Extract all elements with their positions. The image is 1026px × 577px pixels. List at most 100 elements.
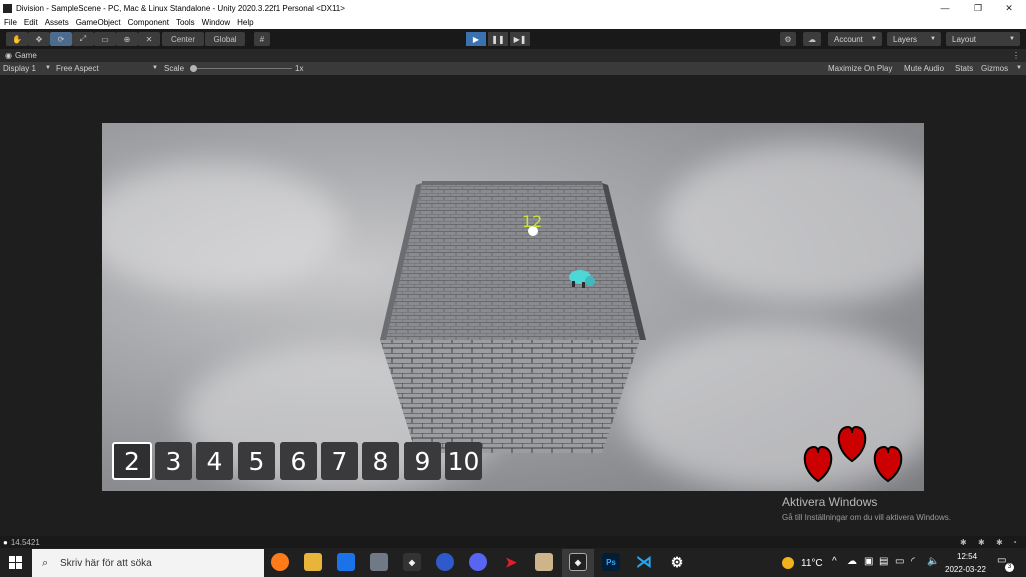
pivot-center-button[interactable]: Center [162,32,204,46]
chrome-app-icon[interactable] [436,553,454,571]
maximize-button[interactable]: ❐ [963,0,993,16]
scale-label: Scale [164,64,185,73]
transform-tool-icon[interactable]: ⊕ [116,32,138,46]
tower-top-face [380,183,646,340]
tray-chevron-up-icon[interactable]: ^ [832,556,837,567]
menu-bar: File Edit Assets GameObject Component To… [0,16,1026,29]
heart-icon-2 [837,425,867,463]
pivot-global-button[interactable]: Global [205,32,245,46]
chevron-down-icon: ▼ [152,65,158,71]
scale-tool-icon[interactable]: ⤢ [72,32,94,46]
discord-icon[interactable] [469,553,487,571]
status-icon-2[interactable]: ✱ [978,538,985,547]
maximize-on-play-toggle[interactable]: Maximize On Play [828,64,892,73]
play-button[interactable]: ▶ [466,32,486,46]
unity-hub-icon[interactable]: ◈ [403,553,421,571]
minimize-button[interactable]: — [930,0,960,16]
menu-component[interactable]: Component [128,18,169,27]
media-icon[interactable]: ➤ [502,553,520,571]
move-tool-icon[interactable]: ✥ [28,32,50,46]
scale-slider-handle[interactable] [190,65,197,72]
number-button-7[interactable]: 7 [321,442,358,480]
rect-tool-icon[interactable]: ▭ [94,32,116,46]
tray-app-icon-2[interactable]: ▤ [879,556,888,567]
menu-tools[interactable]: Tools [176,18,195,27]
unity-app-icon [3,3,12,13]
pause-button[interactable]: ❚❚ [488,32,508,46]
number-button-9[interactable]: 9 [404,442,441,480]
number-button-4[interactable]: 4 [196,442,233,480]
pivot-global-label: Global [213,34,237,44]
display-dropdown[interactable]: Display 1 [3,64,36,73]
menu-help[interactable]: Help [237,18,253,27]
tab-game[interactable]: Game [15,51,37,60]
status-icon-3[interactable]: ✱ [996,538,1003,547]
info-icon: ● [3,537,8,547]
cloud-icon[interactable]: ☁ [803,32,821,46]
tower-back-rim [422,181,602,185]
rotate-tool-icon[interactable]: ⟳ [50,32,72,46]
menu-file[interactable]: File [4,18,17,27]
search-placeholder: Skriv här för att söka [60,557,152,569]
menu-edit[interactable]: Edit [24,18,38,27]
chevron-down-icon: ▼ [45,65,51,71]
volume-icon[interactable]: 🔈 [927,556,939,567]
heart-icon-1 [803,445,833,483]
number-button-2[interactable]: 2 [112,442,152,480]
menu-window[interactable]: Window [202,18,230,27]
onedrive-cloud-icon[interactable]: ☁ [847,556,857,567]
app-icon[interactable] [370,553,388,571]
settings-gear-icon[interactable]: ⚙ [668,553,686,571]
vscode-icon[interactable]: ⋊ [635,553,653,571]
scale-slider-track[interactable] [192,68,292,69]
firefox-icon[interactable] [271,553,289,571]
custom-tool-icon[interactable]: ✕ [138,32,160,46]
notification-badge: 3 [1005,563,1014,572]
photoshop-icon[interactable]: Ps [602,553,620,571]
status-icon-1[interactable]: ✱ [960,538,967,547]
menu-assets[interactable]: Assets [45,18,69,27]
aspect-dropdown[interactable]: Free Aspect [56,64,99,73]
weather-sun-icon[interactable] [782,557,794,569]
game-viewport[interactable] [102,123,924,491]
unity-editor-icon[interactable]: ◈ [569,553,587,571]
status-icon-4[interactable]: ◔ [1012,538,1017,547]
layers-dropdown[interactable]: Layers ▼ [887,32,941,46]
score-label: 12 [522,212,543,231]
layout-dropdown[interactable]: Layout ▼ [946,32,1020,46]
grid-snap-icon[interactable]: # [254,32,270,46]
console-last-message[interactable]: 14.5421 [11,538,40,547]
mail-icon[interactable] [337,553,355,571]
menu-gameobject[interactable]: GameObject [76,18,121,27]
notes-icon[interactable] [535,553,553,571]
layout-label: Layout [952,34,977,44]
close-button[interactable]: ✕ [994,0,1024,16]
tab-menu-icon[interactable]: ⋮ [1012,51,1020,60]
stats-toggle[interactable]: Stats [955,64,973,73]
pivot-center-label: Center [170,34,195,44]
game-controller-icon: ◉ [5,51,12,60]
number-button-10[interactable]: 10 [445,442,482,480]
clock-time[interactable]: 12:54 [957,552,977,561]
clock-date[interactable]: 2022-03-22 [945,565,986,574]
file-explorer-icon[interactable] [304,553,322,571]
account-dropdown[interactable]: Account ▼ [828,32,882,46]
wifi-icon[interactable]: ◜ [911,556,915,567]
temperature[interactable]: 11°C [801,558,823,569]
collab-icon[interactable]: ⚙ [780,32,796,46]
number-button-3[interactable]: 3 [155,442,192,480]
tower-front-face [380,340,640,453]
mute-audio-toggle[interactable]: Mute Audio [904,64,944,73]
battery-icon[interactable]: ▭ [895,556,904,567]
tray-app-icon[interactable]: ▣ [864,556,873,567]
number-button-8[interactable]: 8 [362,442,399,480]
number-button-5[interactable]: 5 [238,442,275,480]
chevron-down-icon: ▼ [1009,36,1015,42]
windows-start-icon[interactable] [9,556,22,569]
window-title-bar: Division - SampleScene - PC, Mac & Linux… [0,0,1026,16]
step-button[interactable]: ▶❚ [510,32,530,46]
hand-tool-icon[interactable]: ✋ [6,32,28,46]
gizmos-dropdown[interactable]: Gizmos [981,64,1008,73]
number-button-6[interactable]: 6 [280,442,317,480]
taskbar-search-input[interactable]: ⌕ Skriv här för att söka [32,549,264,577]
